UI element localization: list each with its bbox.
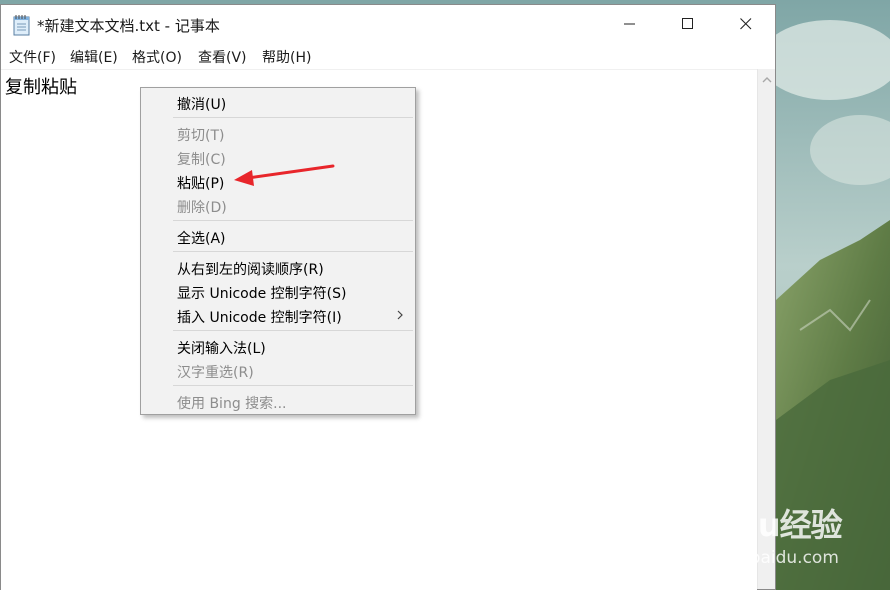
title-bar[interactable]: *新建文本文档.txt - 记事本 [1,5,775,43]
context-menu: 撤消(U) 剪切(T) 复制(C) 粘贴(P) 删除(D) 全选(A) 从右到左… [140,87,416,415]
menu-separator [173,330,413,331]
close-icon [740,18,752,30]
close-button[interactable] [717,5,775,43]
context-menu-close-ime[interactable]: 关闭输入法(L) [177,338,266,358]
maximize-icon [682,18,693,29]
menu-file[interactable]: 文件(F) [9,47,56,67]
scroll-up-arrow-icon[interactable] [760,75,774,85]
watermark-url: jingyan.baidu.com [682,548,839,568]
context-menu-insert-unicode-char[interactable]: 插入 Unicode 控制字符(I) [177,307,342,327]
context-menu-paste[interactable]: 粘贴(P) [177,173,224,193]
menu-help[interactable]: 帮助(H) [262,47,311,67]
notepad-app-icon [13,15,30,36]
context-menu-reconversion[interactable]: 汉字重选(R) [177,362,254,382]
minimize-button[interactable] [601,5,659,43]
context-menu-copy[interactable]: 复制(C) [177,149,226,169]
maximize-button[interactable] [659,5,717,43]
context-menu-undo[interactable]: 撤消(U) [177,94,226,114]
submenu-chevron-right-icon [397,310,403,320]
menu-separator [173,385,413,386]
menu-separator [173,251,413,252]
context-menu-cut[interactable]: 剪切(T) [177,125,224,145]
context-menu-select-all[interactable]: 全选(A) [177,228,226,248]
menu-separator [173,220,413,221]
menu-edit[interactable]: 编辑(E) [70,47,118,67]
watermark-brand: Baidu经验 [682,506,843,544]
editor-text: 复制粘贴 [5,77,77,98]
menu-bar: 文件(F) 编辑(E) 格式(O) 查看(V) 帮助(H) [1,43,775,69]
minimize-icon [624,23,635,25]
context-menu-delete[interactable]: 删除(D) [177,197,227,217]
baidu-watermark: Baidu经验 jingyan.baidu.com [682,500,882,580]
menu-separator [173,117,413,118]
context-menu-show-unicode-chars[interactable]: 显示 Unicode 控制字符(S) [177,283,346,303]
context-menu-bing-search[interactable]: 使用 Bing 搜索... [177,393,287,413]
menu-view[interactable]: 查看(V) [198,47,247,67]
window-title: *新建文本文档.txt - 记事本 [37,17,220,35]
menu-format[interactable]: 格式(O) [132,47,182,67]
context-menu-rtl-reading-order[interactable]: 从右到左的阅读顺序(R) [177,259,324,279]
